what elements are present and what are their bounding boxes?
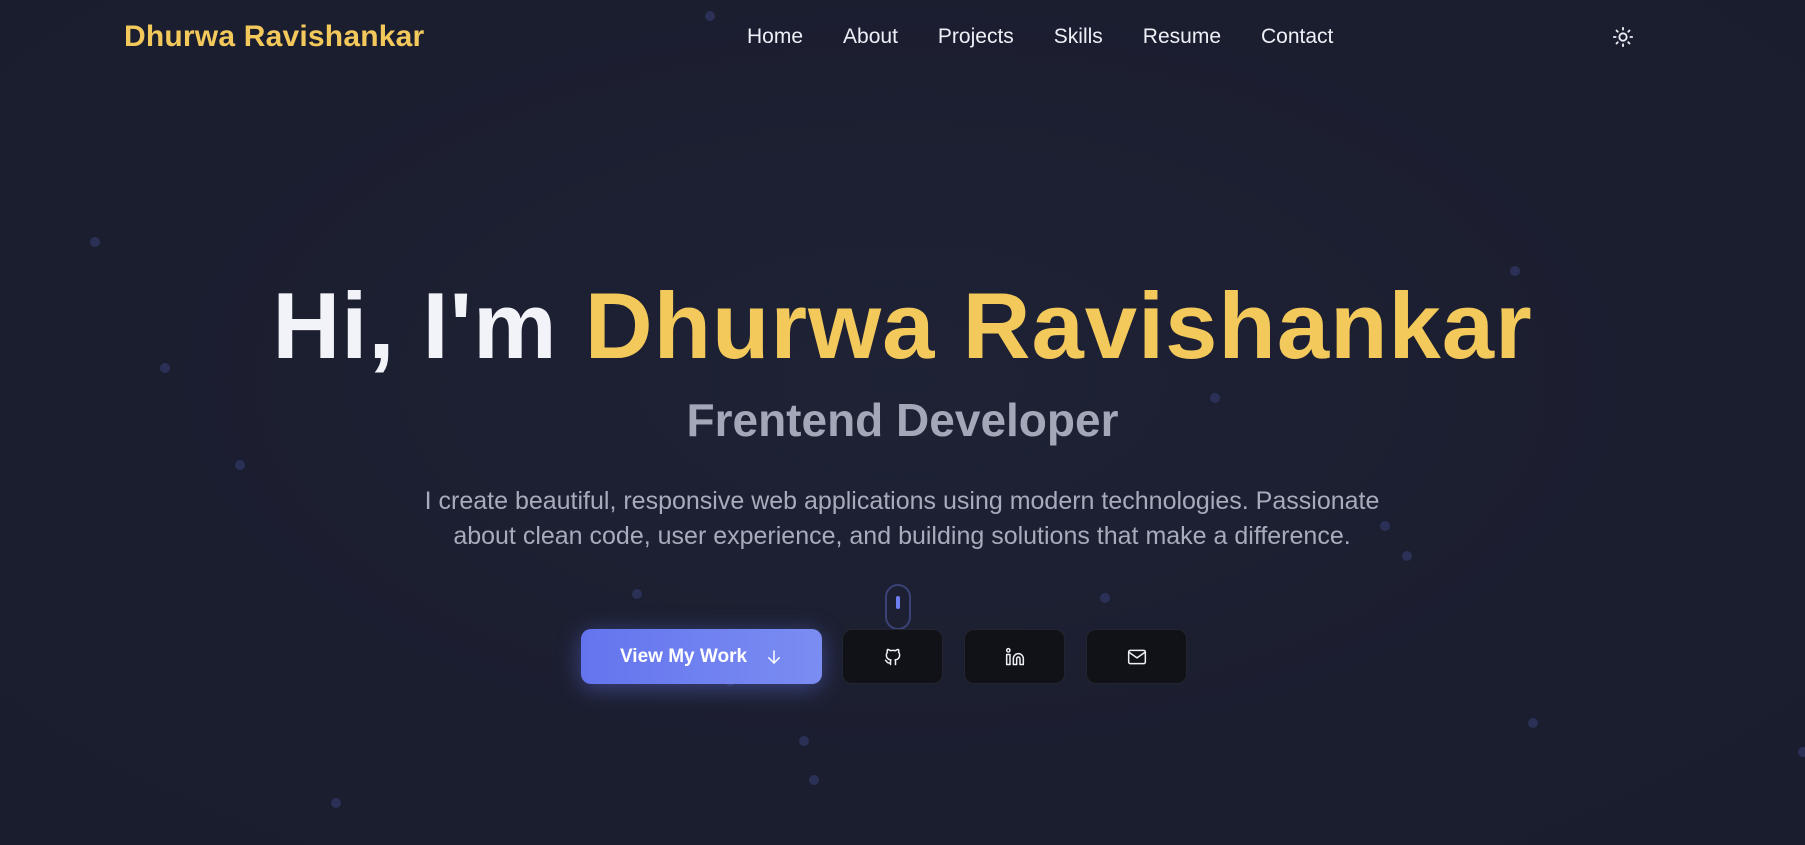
sun-icon (1612, 26, 1634, 48)
main-nav: Home About Projects Skills Resume Contac… (747, 25, 1333, 49)
portfolio-page: Dhurwa Ravishankar Home About Projects S… (0, 0, 1805, 845)
bg-particle (235, 460, 245, 470)
linkedin-icon (1005, 647, 1024, 665)
bg-particle (90, 237, 100, 247)
scroll-wheel (896, 596, 900, 609)
nav-item-contact[interactable]: Contact (1261, 25, 1333, 49)
email-button[interactable] (1086, 629, 1187, 684)
bg-particle (1798, 747, 1805, 757)
bg-particle (1528, 718, 1538, 728)
bg-particle (632, 589, 642, 599)
hero-description: I create beautiful, responsive web appli… (424, 487, 1380, 550)
github-button[interactable] (842, 629, 943, 684)
nav-item-home[interactable]: Home (747, 25, 803, 49)
bg-particle (809, 775, 819, 785)
scroll-indicator-icon[interactable] (885, 584, 911, 630)
arrow-down-icon (768, 649, 781, 664)
nav-item-skills[interactable]: Skills (1054, 25, 1103, 49)
bg-particle (705, 11, 715, 21)
brand-logo[interactable]: Dhurwa Ravishankar (124, 20, 424, 54)
bg-particle (331, 798, 341, 808)
view-my-work-label: View My Work (619, 645, 748, 667)
github-icon (884, 648, 900, 665)
nav-item-resume[interactable]: Resume (1143, 25, 1221, 49)
view-my-work-button[interactable]: View My Work (581, 629, 822, 684)
nav-item-about[interactable]: About (843, 25, 898, 49)
hero-greeting: Hi, I'm (272, 273, 558, 378)
theme-toggle-button[interactable] (1612, 26, 1634, 48)
nav-item-projects[interactable]: Projects (938, 25, 1014, 49)
hero-name: Dhurwa Ravishankar (584, 273, 1533, 378)
hero-title: Hi, I'm Dhurwa Ravishankar (0, 272, 1805, 380)
hero-role: Frentend Developer (686, 394, 1119, 446)
bg-particle (799, 736, 809, 746)
bg-particle (1100, 593, 1110, 603)
mail-icon (1127, 649, 1146, 664)
linkedin-button[interactable] (964, 629, 1065, 684)
bg-particle (1402, 551, 1412, 561)
